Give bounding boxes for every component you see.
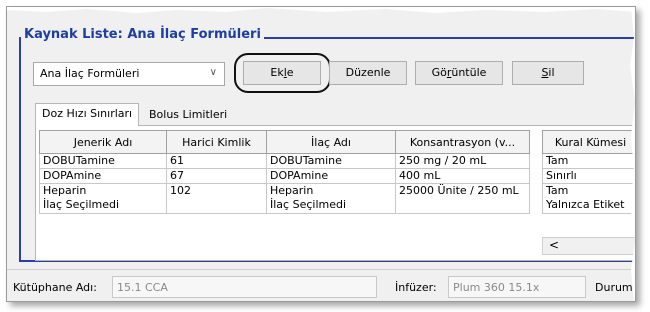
formulary-window: Kaynak Liste: Ana İlaç Formüleri Ana İla… <box>6 6 636 302</box>
drug-table-panel: Jenerik Adı Harici Kimlik İlaç Adı Konsa… <box>35 125 635 261</box>
cell-drug-line2: İlaç Seçilmedi <box>270 198 347 211</box>
cell-rule-set: Sınırlı <box>542 168 635 184</box>
status-bar: Kütüphane Adı: 15.1 CCA İnfüzer: Plum 36… <box>7 269 635 301</box>
table-row[interactable]: Sınırlı <box>542 168 635 184</box>
cell-generic: DOBUTamine <box>39 153 167 169</box>
table-row[interactable]: Tam Yalnızca Etiket <box>542 183 635 214</box>
cell-rule-set-line2: Yalnızca Etiket <box>546 198 625 211</box>
cell-generic: DOPAmine <box>39 168 167 184</box>
cell-generic: Heparin İlaç Seçilmedi <box>39 183 167 214</box>
drug-table: Jenerik Adı Harici Kimlik İlaç Adı Konsa… <box>39 130 530 214</box>
cell-concentration: 400 mL <box>395 168 530 184</box>
table-row[interactable]: Heparin İlaç Seçilmedi 102 Heparin İlaç … <box>39 183 530 214</box>
scroll-left-icon[interactable]: < <box>549 238 559 252</box>
view-button-label: Gö <box>431 66 447 79</box>
cell-ext-id: 67 <box>166 168 267 184</box>
add-button-highlight-ring <box>234 53 331 93</box>
cell-ext-id: 102 <box>166 183 267 214</box>
col-drug-name[interactable]: İlaç Adı <box>266 130 396 154</box>
cell-generic-line1: Heparin <box>43 184 87 197</box>
infuser-label: İnfüzer: <box>395 281 437 294</box>
tab-bolus-limits[interactable]: Bolus Limitleri <box>143 105 233 125</box>
library-name-field: 15.1 CCA <box>112 276 377 298</box>
delete-button-label: il <box>548 66 555 79</box>
cell-generic-line2: İlaç Seçilmedi <box>43 198 120 211</box>
cell-rule-set: Tam Yalnızca Etiket <box>542 183 635 214</box>
col-external-id[interactable]: Harici Kimlik <box>166 130 267 154</box>
table-row[interactable]: Tam <box>542 153 635 169</box>
view-button-label-end: üntüle <box>451 66 487 79</box>
group-title: Kaynak Liste: Ana İlaç Formüleri <box>21 27 264 42</box>
cell-drug: DOPAmine <box>266 168 396 184</box>
infuser-field: Plum 360 15.1x <box>448 276 586 298</box>
chevron-down-icon: ∨ <box>209 67 217 78</box>
cell-rule-set: Tam <box>542 153 635 169</box>
cell-concentration: 25000 Ünite / 250 mL <box>395 183 530 214</box>
torn-edge-top <box>7 7 635 13</box>
tab-dose-rate-limits-label: Doz Hızı Sınırları <box>42 107 133 120</box>
cell-drug: DOBUTamine <box>266 153 396 169</box>
torn-edge-right <box>630 7 635 301</box>
horizontal-scrollbar[interactable]: < <box>542 237 635 255</box>
view-button[interactable]: Görüntüle <box>415 61 503 85</box>
cell-drug: Heparin İlaç Seçilmedi <box>266 183 396 214</box>
cell-concentration: 250 mg / 20 mL <box>395 153 530 169</box>
edit-button[interactable]: Düzenle <box>329 61 407 85</box>
rule-set-table: Kural Kümesi Tam Sınırlı Tam Yalnızca Et… <box>542 130 635 214</box>
col-generic-name[interactable]: Jenerik Adı <box>39 130 167 154</box>
formulary-dropdown[interactable]: Ana İlaç Formüleri ∨ <box>33 62 225 86</box>
table-row[interactable]: DOBUTamine 61 DOBUTamine 250 mg / 20 mL <box>39 153 530 169</box>
tab-bolus-limits-label: Bolus Limitleri <box>149 108 228 121</box>
cell-rule-set-line1: Tam <box>546 184 569 197</box>
col-rule-set[interactable]: Kural Kümesi <box>542 130 635 154</box>
col-concentration[interactable]: Konsantrasyon (v... <box>395 130 530 154</box>
library-name-label: Kütüphane Adı: <box>13 281 97 294</box>
formulary-dropdown-value: Ana İlaç Formüleri <box>40 67 140 80</box>
delete-button[interactable]: Sil <box>512 61 584 85</box>
edit-button-label: Düzenle <box>345 66 391 79</box>
tab-dose-rate-limits[interactable]: Doz Hızı Sınırları <box>35 103 140 126</box>
cell-drug-line1: Heparin <box>270 184 314 197</box>
table-row[interactable]: DOPAmine 67 DOPAmine 400 mL <box>39 168 530 184</box>
cell-ext-id: 61 <box>166 153 267 169</box>
